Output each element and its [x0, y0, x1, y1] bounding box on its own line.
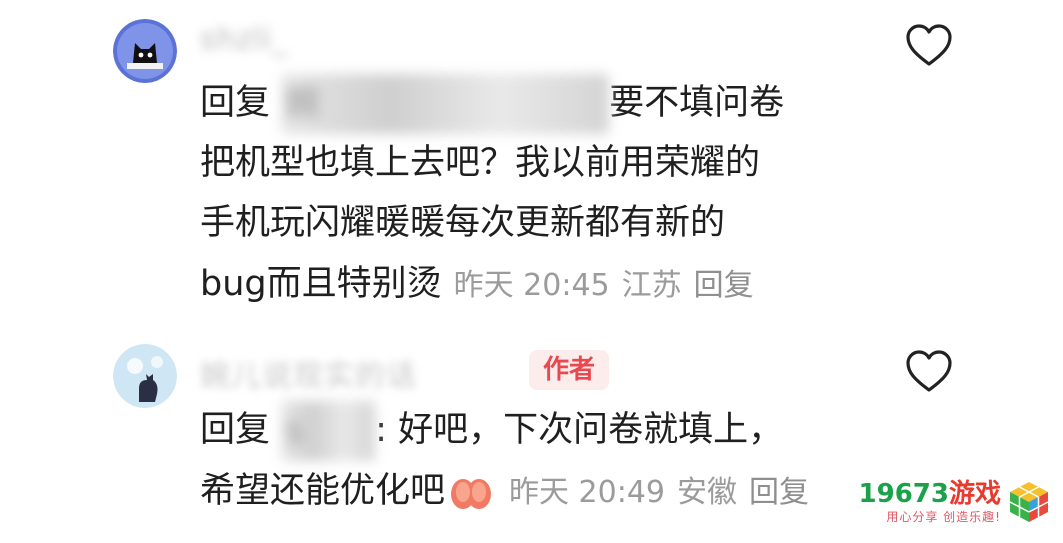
cube-logo-icon [1009, 482, 1049, 522]
reply-button[interactable]: 回复 [749, 475, 809, 510]
comment-text-line: 手机玩闪耀暖暖每次更新都有新的 [200, 203, 726, 243]
reply-prefix: 回复 [200, 410, 271, 450]
comment-text: 希望还能优化吧 [200, 471, 446, 511]
comment-meta: 昨天 20:45 江苏 回复 [454, 268, 766, 303]
comment-location: 安徽 [677, 475, 738, 510]
comment-text-line: bug而且特别烫 昨天 20:45 江苏 回复 [200, 254, 766, 316]
comment-username[interactable]: shzli_ [200, 22, 288, 57]
watermark-title: 19673游戏 [859, 479, 1001, 509]
watermark-slogan: 用心分享 创造乐趣! [886, 510, 1001, 524]
comment-text-line: 回复 s: 好吧，下次问卷就填上， [200, 400, 783, 461]
mention-username[interactable]: s [281, 401, 376, 461]
mention-username[interactable]: 婉 [281, 74, 610, 134]
comment-text-line: 把机型也填上去吧？我以前用荣耀的 [200, 143, 761, 183]
cat-avatar-icon [113, 19, 177, 83]
reply-button[interactable]: 回复 [694, 268, 754, 303]
watermark-cn: 游戏 [948, 479, 1001, 509]
comment-text-line: 回复 婉要不填问卷 [200, 73, 784, 134]
comment-location: 江苏 [621, 268, 682, 303]
comment-username[interactable]: 婉儿说现实的话 [200, 351, 417, 395]
cat-avatar-icon [113, 344, 177, 408]
comment-time: 昨天 20:49 [509, 475, 666, 510]
comment-meta: 昨天 20:49 安徽 回复 [509, 475, 821, 510]
comment-text: : 好吧，下次问卷就填上， [375, 410, 784, 450]
avatar[interactable] [113, 19, 177, 83]
comment-text-line: 希望还能优化吧 昨天 20:49 安徽 回复 [200, 461, 821, 523]
praying-hands-emoji-icon [451, 479, 492, 509]
avatar[interactable] [113, 344, 177, 408]
comment-text: bug而且特别烫 [200, 264, 442, 304]
watermark-text: 19673游戏 用心分享 创造乐趣! [859, 479, 1001, 525]
heart-icon[interactable] [904, 22, 954, 68]
comment-text: 要不填问卷 [609, 83, 785, 123]
watermark: 19673游戏 用心分享 创造乐趣! [848, 475, 1051, 529]
author-badge: 作者 [529, 350, 610, 390]
heart-icon[interactable] [904, 348, 954, 394]
comment-time: 昨天 20:45 [453, 268, 610, 303]
reply-prefix: 回复 [200, 83, 271, 123]
watermark-number: 19673 [858, 479, 949, 509]
